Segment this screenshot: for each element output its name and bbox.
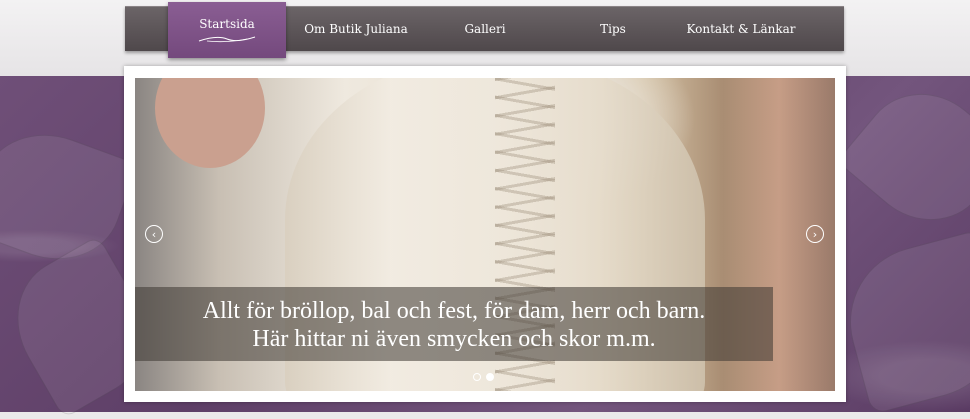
nav-item-om-butik-juliana[interactable]: Om Butik Juliana [286,7,426,51]
chevron-right-icon: › [812,227,818,241]
slide-caption: Allt för bröllop, bal och fest, för dam,… [135,287,773,361]
nav-item-label: Kontakt & Länkar [686,22,796,36]
slider-frame: Allt för bröllop, bal och fest, för dam,… [124,66,846,402]
nav-item-label: Tips [600,22,626,36]
nav-item-label: Startsida [199,17,255,31]
swirl-ornament-icon [198,36,256,43]
slide-photo-arm [155,78,265,168]
decor-petal [836,67,970,247]
caption-line-2: Här hittar ni även smycken och skor m.m. [252,326,656,352]
slide-pagination [473,373,494,381]
nav-item-kontakt-lankar[interactable]: Kontakt & Länkar [682,7,800,51]
slide-dot[interactable] [473,373,481,381]
nav-item-label: Galleri [464,22,506,36]
decor-petal [832,228,970,416]
nav-item-tips[interactable]: Tips [544,7,682,51]
nav-item-galleri[interactable]: Galleri [426,7,544,51]
caption-line-1: Allt för bröllop, bal och fest, för dam,… [202,298,706,324]
slide-image: Allt för bröllop, bal och fest, för dam,… [135,78,835,391]
prev-slide-button[interactable]: ‹ [145,225,163,243]
chevron-left-icon: ‹ [151,227,157,241]
nav-item-startsida[interactable]: Startsida [168,2,286,58]
nav-item-label: Om Butik Juliana [304,22,408,36]
slide-dot-active[interactable] [486,373,494,381]
next-slide-button[interactable]: › [806,225,824,243]
main-nav: Startsida Om Butik Juliana Galleri Tips … [125,2,844,58]
